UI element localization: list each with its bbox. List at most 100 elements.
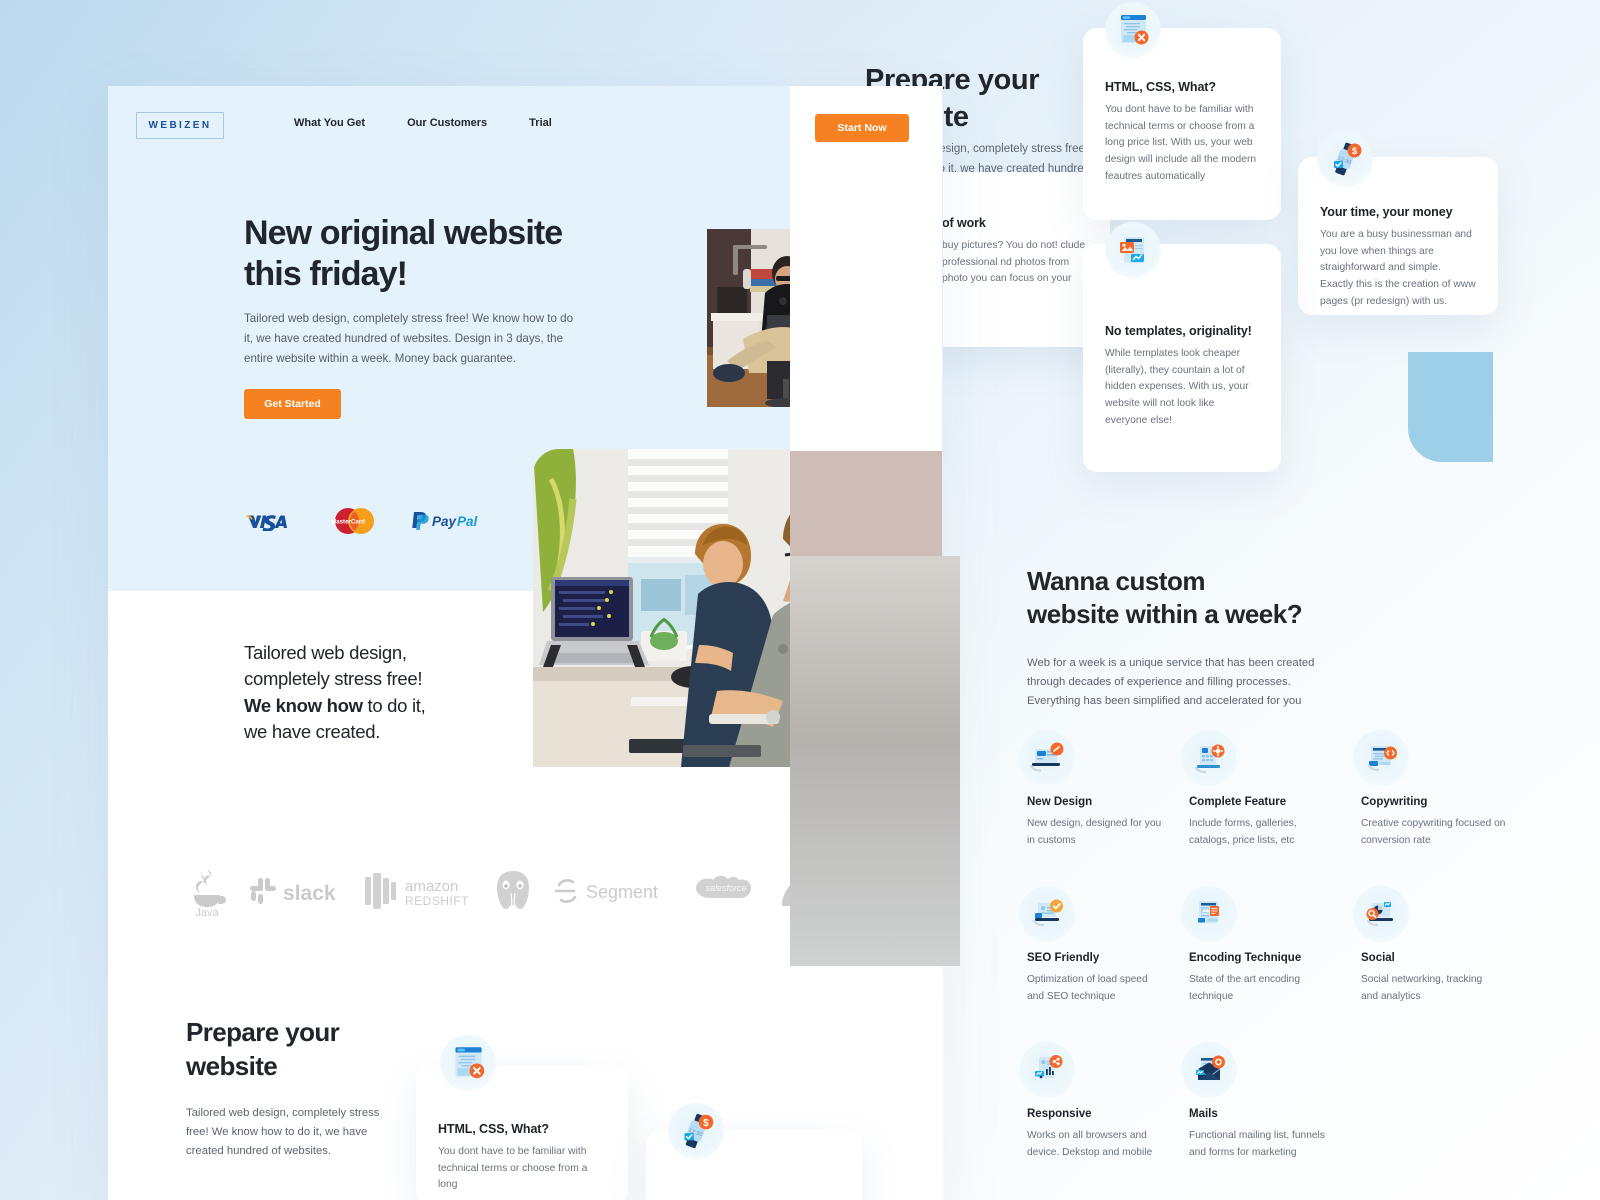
code-window-icon — [1105, 2, 1161, 58]
tailored-text: Tailored web design, completely stress f… — [244, 640, 474, 745]
monitor-chart-icon — [1353, 886, 1409, 943]
tailored-line4: we have created. — [244, 720, 381, 742]
watch-money-icon: 12:30 $ — [668, 1103, 724, 1159]
svg-text:Pay: Pay — [432, 514, 458, 529]
feature-card-time-money-title: Your time, your money — [1320, 205, 1453, 219]
slack-logo: slack — [247, 875, 343, 907]
svg-text:MasterCard: MasterCard — [331, 519, 365, 526]
wanna-title: Wanna custom website within a week? — [1027, 565, 1487, 632]
feature-item-body: Works on all browsers and device. Deksto… — [1027, 1130, 1153, 1158]
documents-icon — [1105, 222, 1161, 278]
feature-item-body: Social networking, tracking and analytic… — [1361, 974, 1483, 1002]
form-gear-icon — [1181, 730, 1237, 786]
java-logo: Java — [186, 865, 228, 917]
svg-text:slack: slack — [283, 882, 336, 905]
paypal-logo: Pay Pal — [410, 510, 488, 537]
feature-item-body: State of the art encoding technique — [1189, 974, 1301, 1002]
wanna-section: Wanna custom website within a week? Web … — [1027, 565, 1487, 712]
feature-item-copywriting[interactable]: Copywriting Creative copywriting focused… — [1353, 730, 1521, 849]
logo-text: WEBIZEN — [148, 120, 212, 131]
feature-card-work[interactable]: of work buy pictures? You do not! clude … — [920, 172, 1110, 347]
segment-logo: Segment — [553, 876, 673, 906]
feature-item-new-design[interactable]: New Design New design, designed for you … — [1019, 730, 1189, 849]
mastercard-logo: MasterCard — [330, 506, 378, 541]
feature-item-encoding-technique[interactable]: Encoding Technique State of the art enco… — [1181, 886, 1361, 1005]
svg-text:Segment: Segment — [586, 882, 658, 902]
svg-text:$: $ — [703, 1118, 709, 1129]
feature-item-seo-friendly[interactable]: SEO Friendly Optimization of load speed … — [1019, 886, 1189, 1005]
feature-card-work-body: buy pictures? You do not! clude professi… — [942, 240, 1086, 285]
feature-item-mails[interactable]: Mails Functional mailing list, funnels a… — [1181, 1042, 1361, 1161]
nav-links: What You Get Our Customers Trial — [294, 117, 552, 129]
feature-item-complete-feature[interactable]: Complete Feature Include forms, gallerie… — [1181, 730, 1361, 849]
tailored-bold: We know how — [244, 694, 363, 716]
hero-description: Tailored web design, completely stress f… — [244, 312, 574, 366]
feature-card-work-title: of work — [942, 216, 986, 230]
feature-card-html-body: You dont have to be familiar with techni… — [1105, 104, 1257, 182]
svg-text:Java: Java — [195, 907, 219, 917]
hero-title-line2: this friday! — [244, 254, 408, 293]
start-now-button[interactable]: Start Now — [815, 114, 909, 142]
tailored-line3: We know how to do it, — [244, 693, 474, 719]
bottom-card-html-body: You dont have to be familiar with techni… — [438, 1146, 588, 1191]
nav-link-trial[interactable]: Trial — [529, 117, 552, 129]
feature-item-title: Responsive — [1027, 1108, 1092, 1121]
feature-item-body: Creative copywriting focused on conversi… — [1361, 818, 1506, 846]
feature-card-html-title: HTML, CSS, What? — [1105, 80, 1216, 94]
tailored-line2: completely stress free! — [244, 668, 423, 690]
nav-link-our-customers[interactable]: Our Customers — [407, 117, 487, 129]
laptop-design-icon — [1019, 730, 1075, 786]
watch-money-icon: 12:30 $ — [1317, 131, 1373, 187]
prepare-description: Tailored web design, completely stress f… — [186, 1106, 380, 1158]
hero-title: New original website this friday! — [244, 213, 604, 295]
payment-logos: MasterCard Pay Pal — [244, 506, 488, 541]
nav-link-what-you-get[interactable]: What You Get — [294, 117, 365, 129]
device-share-icon — [1019, 1042, 1075, 1099]
feature-item-title: Copywriting — [1361, 796, 1428, 808]
postgresql-logo — [492, 869, 534, 913]
feature-card-no-templates-title: No templates, originality! — [1105, 324, 1252, 338]
logo[interactable]: WEBIZEN — [136, 112, 224, 139]
tailored-line1: Tailored web design, — [244, 642, 407, 663]
get-started-button[interactable]: Get Started — [244, 389, 341, 419]
feature-item-title: Complete Feature — [1189, 796, 1287, 808]
feature-item-body: New design, designed for you in customs — [1027, 818, 1162, 846]
tailored-line3-rest: to do it, — [362, 694, 426, 716]
decor-blue-square — [1408, 352, 1493, 462]
feature-item-title: SEO Friendly — [1027, 952, 1100, 965]
feature-card-time-money-body: You are a busy businessman and you love … — [1320, 229, 1476, 307]
feature-item-social[interactable]: Social Social networking, tracking and a… — [1353, 886, 1521, 1005]
overlay-photo-strip-top — [790, 451, 942, 556]
mail-icon — [1181, 1042, 1237, 1099]
bottom-card-html-title: HTML, CSS, What? — [438, 1122, 549, 1136]
feature-card-no-templates[interactable]: No templates, originality! While templat… — [1083, 244, 1281, 472]
wanna-description: Web for a week is a unique service that … — [1027, 656, 1315, 708]
feature-card-html[interactable]: HTML, CSS, What? You dont have to be fam… — [1083, 28, 1281, 220]
bottom-card-html[interactable]: HTML, CSS, What? You dont have to be fam… — [416, 1066, 628, 1200]
feature-item-body: Optimization of load speed and SEO techn… — [1027, 974, 1148, 1002]
amazon-redshift-logo: amazon REDSHIFT — [363, 873, 473, 909]
wanna-title-line2: website within a week? — [1027, 599, 1303, 630]
feature-item-body: Functional mailing list, funnels and for… — [1189, 1130, 1325, 1158]
prepare-title-line1: Prepare your — [186, 1017, 340, 1047]
svg-text:REDSHIFT: REDSHIFT — [405, 894, 469, 908]
svg-text:amazon: amazon — [405, 878, 458, 895]
svg-text:$: $ — [1352, 146, 1358, 157]
features-grid: New Design New design, designed for you … — [1019, 730, 1547, 1161]
code-window-icon — [440, 1035, 496, 1091]
feature-item-responsive[interactable]: Responsive Works on all browsers and dev… — [1019, 1042, 1189, 1161]
wanna-title-line1: Wanna custom — [1027, 566, 1205, 596]
feature-item-title: Mails — [1189, 1108, 1218, 1121]
brand-logos: Java slack amazon REDSHIFT Segment sales… — [186, 861, 886, 921]
monitor-check-icon — [1019, 886, 1075, 943]
salesforce-logo: salesforce — [693, 870, 759, 912]
feature-item-title: New Design — [1027, 796, 1093, 808]
visa-logo — [244, 511, 298, 536]
svg-text:Pal: Pal — [457, 514, 478, 529]
hero-title-line1: New original website — [244, 214, 563, 252]
layout-stack-icon — [1181, 886, 1237, 943]
feature-item-body: Include forms, galleries, catalogs, pric… — [1189, 818, 1297, 846]
svg-text:salesforce: salesforce — [705, 883, 746, 893]
feature-item-title: Encoding Technique — [1189, 952, 1302, 965]
feature-item-title: Social — [1361, 952, 1395, 965]
